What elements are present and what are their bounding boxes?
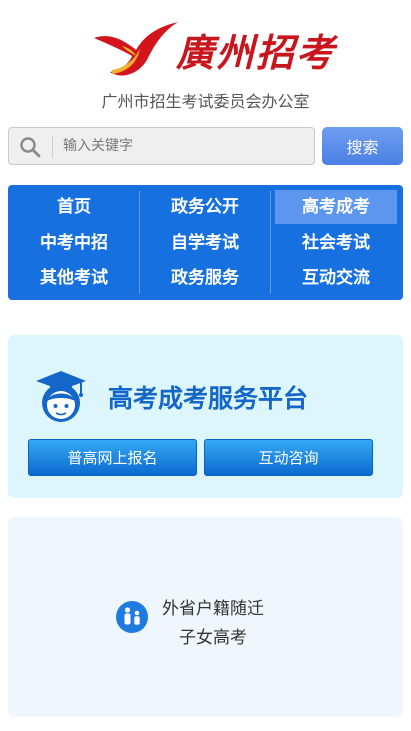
migrant-children-card[interactable]: 外省户籍随迁 子女高考	[8, 517, 403, 717]
logo-icon	[94, 22, 178, 76]
nav-item-zhongkao[interactable]: 中考中招	[13, 226, 135, 260]
nav-item-gaokao-chengkao[interactable]: 高考成考	[275, 190, 397, 224]
nav-item-social-exam[interactable]: 社会考试	[275, 226, 397, 260]
nav-item-home[interactable]: 首页	[13, 190, 135, 224]
nav-item-government-services[interactable]: 政务服务	[144, 261, 266, 295]
nav-item-interaction[interactable]: 互动交流	[275, 261, 397, 295]
nav-item-government-affairs[interactable]: 政务公开	[144, 190, 266, 224]
service-title: 高考成考服务平台	[108, 384, 309, 413]
search-input[interactable]	[63, 128, 308, 164]
graduate-icon	[36, 371, 86, 422]
nav-divider	[270, 191, 271, 294]
search-icon	[20, 137, 41, 158]
service-card: 高考成考服务平台 普高网上报名 互动咨询	[8, 335, 403, 498]
online-registration-button[interactable]: 普高网上报名	[28, 439, 197, 476]
org-name: 广州市招生考试委员会办公室	[101, 92, 310, 111]
header: 廣州招考 广州市招生考试委员会办公室	[0, 0, 411, 118]
nav-grid: 首页 政务公开 高考成考 中考中招 自学考试 社会考试 其他考试 政务服务 互动…	[8, 185, 403, 300]
nav-divider	[139, 191, 140, 294]
search-divider	[52, 136, 53, 158]
family-icon	[116, 601, 148, 633]
consultation-button[interactable]: 互动咨询	[204, 439, 373, 476]
logo-text: 廣州招考	[176, 30, 337, 75]
migrant-line-2: 子女高考	[179, 628, 247, 648]
nav-item-other-exams[interactable]: 其他考试	[13, 261, 135, 295]
nav-item-self-study-exam[interactable]: 自学考试	[144, 226, 266, 260]
search-box[interactable]	[8, 127, 315, 165]
search-button[interactable]: 搜索	[322, 127, 403, 165]
migrant-line-1: 外省户籍随迁	[162, 599, 264, 619]
